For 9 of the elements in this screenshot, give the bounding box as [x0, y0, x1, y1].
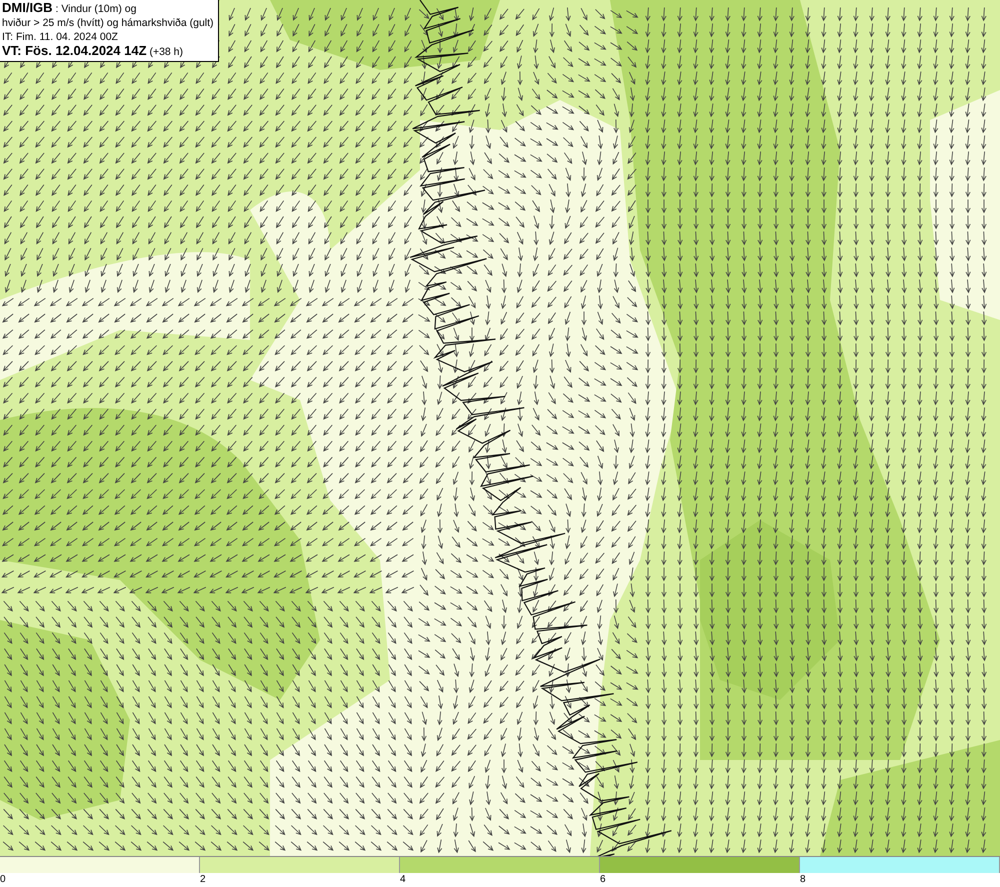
legend-tick-label: 8 [800, 873, 806, 886]
legend-tick-label: 2 [200, 873, 206, 886]
title-line: DMI/IGB : Vindur (10m) og [2, 1, 138, 16]
title-line: VT: Fös. 12.04.2024 14Z (+38 h) [2, 44, 184, 59]
legend-tick-label: 0 [0, 873, 6, 886]
title-line: IT: Fim. 11. 04. 2024 00Z [2, 30, 119, 44]
title-line: hviður > 25 m/s (hvítt) og hámarkshviða (gult) [2, 16, 214, 30]
legend-tick-label: 6 [600, 873, 606, 886]
legend-tick-label: 4 [400, 873, 406, 886]
